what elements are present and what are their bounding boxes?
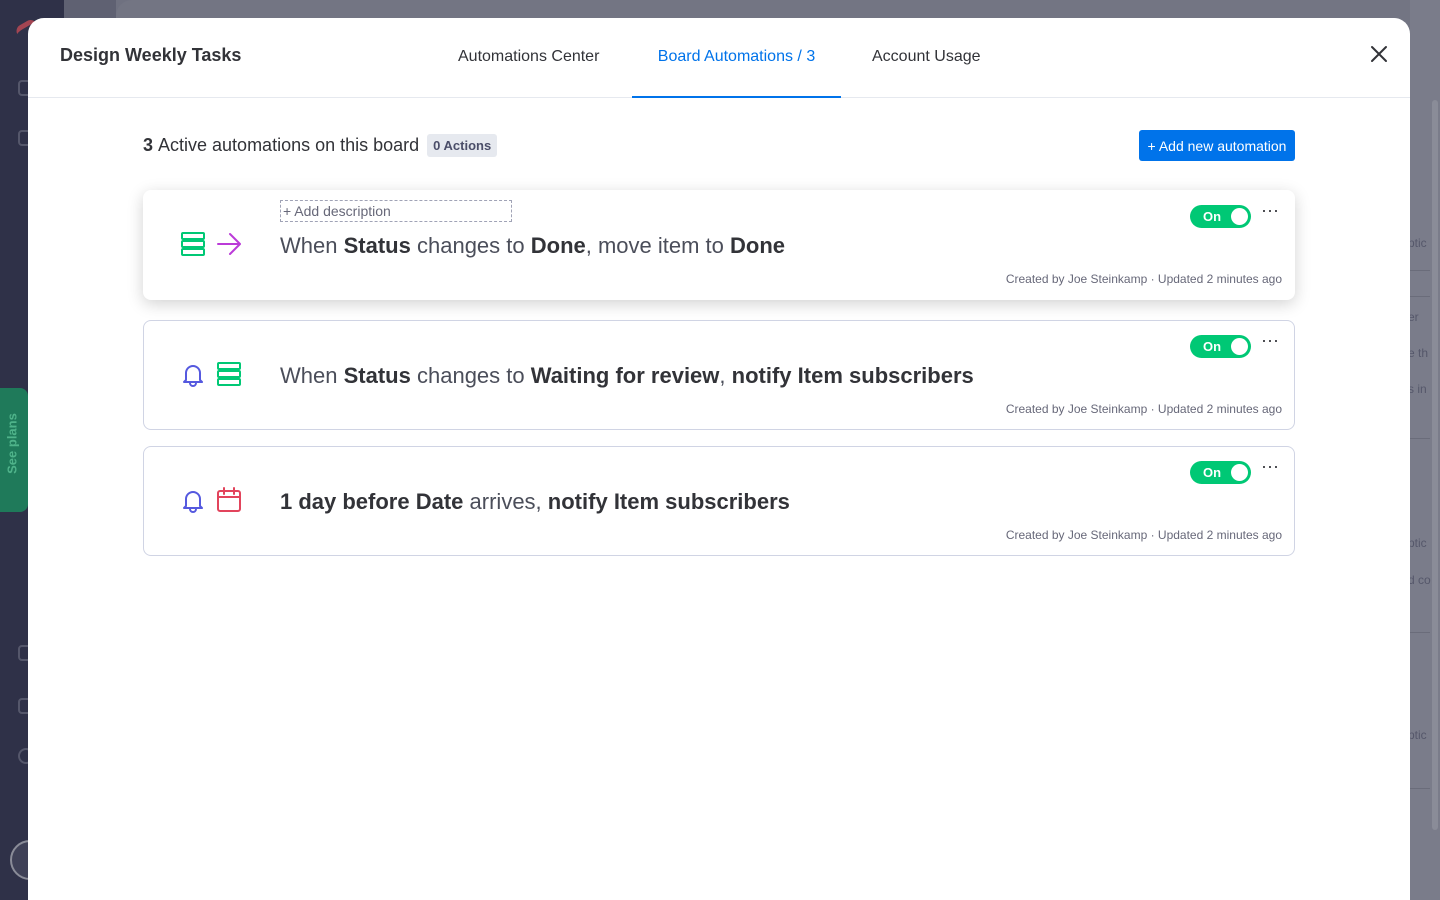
toggle-knob [1231,464,1248,481]
recipe-icons [180,487,242,513]
automation-toggle[interactable]: On [1190,461,1251,484]
sentence-text: , move item to [585,233,724,258]
bg-divider [1410,438,1430,439]
automation-card[interactable]: When Status changes to Waiting for revie… [143,320,1295,430]
recipe-icons [180,361,242,387]
actions-badge: 0 Actions [427,134,498,157]
sentence-field[interactable]: Waiting for review [531,363,720,388]
bg-fragment: ptic [1408,728,1427,742]
bg-fragment: ptic [1408,236,1427,250]
add-new-automation-button[interactable]: + Add new automation [1139,130,1295,161]
tab-automations-center[interactable]: Automations Center [458,18,599,98]
bg-fragment: ptic [1408,536,1427,550]
automation-meta: Created by Joe Steinkamp · Updated 2 min… [1005,272,1282,286]
sentence-field[interactable]: Done [730,233,785,258]
more-options-icon[interactable]: ··· [1260,457,1280,479]
see-plans-label: See plans [4,413,20,474]
modal-header: Design Weekly Tasks Automations Center B… [28,18,1410,98]
sentence-text: arrives, [469,489,542,514]
more-options-icon[interactable]: ··· [1260,331,1280,353]
sentence-field[interactable]: Done [531,233,586,258]
bg-divider [1410,632,1430,633]
automation-toggle[interactable]: On [1190,205,1251,228]
bg-divider [1410,296,1430,297]
sentence-field[interactable]: 1 day before [280,489,410,514]
sentence-field[interactable]: Item subscribers [798,363,974,388]
automation-sentence: When Status changes to Done, move item t… [280,233,785,259]
arrow-right-icon [217,233,241,255]
sentence-text: When [280,363,338,388]
automation-sentence: When Status changes to Waiting for revie… [280,363,974,389]
sentence-field[interactable]: Item subscribers [614,489,790,514]
bell-icon [183,491,203,513]
sentence-field[interactable]: Status [344,363,411,388]
automation-meta: Created by Joe Steinkamp · Updated 2 min… [1005,528,1282,542]
close-icon[interactable] [1367,42,1391,66]
automations-summary: 3 Active automations on this board 0 Act… [143,134,498,157]
board-icon [217,362,241,386]
automation-toggle[interactable]: On [1190,335,1251,358]
sentence-field[interactable]: Status [344,233,411,258]
toggle-knob [1231,208,1248,225]
add-description-button[interactable]: + Add description [280,200,512,222]
bg-fragment: s in [1408,382,1427,396]
bg-divider [1410,788,1430,789]
summary-text: Active automations on this board [158,135,420,155]
sentence-field[interactable]: Date [416,489,464,514]
bell-icon [183,365,203,387]
automations-modal: Design Weekly Tasks Automations Center B… [28,18,1410,900]
board-title: Design Weekly Tasks [60,45,242,65]
see-plans-button: See plans [0,388,28,512]
calendar-icon [217,487,241,512]
automation-card[interactable]: + Add description When Status changes to… [143,190,1295,300]
active-count: 3 [143,135,154,155]
bg-divider [1410,270,1430,271]
recipe-icons [180,231,242,257]
toggle-label: On [1203,465,1222,480]
toggle-knob [1231,338,1248,355]
sentence-field[interactable]: notify [548,489,608,514]
board-icon [181,232,205,256]
more-options-icon[interactable]: ··· [1260,201,1280,223]
tab-account-usage[interactable]: Account Usage [872,18,981,98]
sentence-text: changes to [416,233,525,258]
toggle-label: On [1203,339,1222,354]
sentence-field[interactable]: notify [732,363,792,388]
automation-card[interactable]: 1 day before Date arrives, notify Item s… [143,446,1295,556]
bg-scrollbar [1432,100,1438,830]
toggle-label: On [1203,209,1222,224]
sentence-text: changes to [416,363,525,388]
tab-board-automations[interactable]: Board Automations / 3 [632,18,841,98]
automation-sentence: 1 day before Date arrives, notify Item s… [280,489,790,515]
bg-fragment: e th [1408,346,1429,360]
bg-fragment: d co [1408,573,1431,587]
sentence-text: , [719,363,726,388]
sentence-text: When [280,233,338,258]
automation-meta: Created by Joe Steinkamp · Updated 2 min… [1005,402,1282,416]
